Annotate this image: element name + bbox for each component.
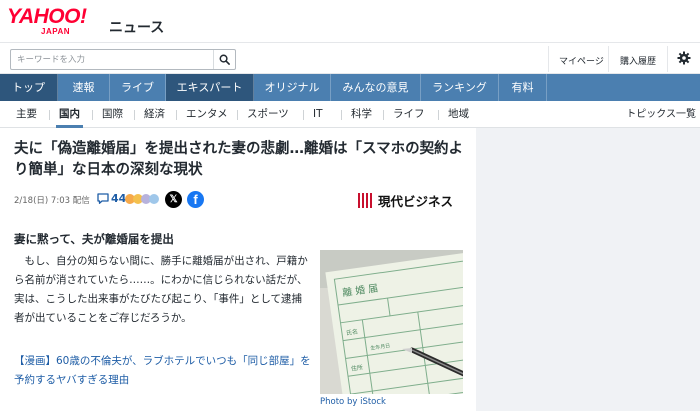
share-facebook-button[interactable]: f bbox=[187, 191, 204, 208]
nav-original[interactable]: オリジナル bbox=[254, 74, 331, 101]
category-sports[interactable]: スポーツ bbox=[247, 101, 289, 128]
category-economy[interactable]: 経済 bbox=[144, 101, 165, 128]
nav-opinions[interactable]: みんなの意見 bbox=[331, 74, 421, 101]
search-box bbox=[10, 49, 236, 70]
category-divider bbox=[92, 110, 93, 120]
nav-paid[interactable]: 有料 bbox=[499, 74, 547, 101]
form-address-label: 住所 bbox=[350, 363, 363, 373]
category-life[interactable]: ライフ bbox=[393, 101, 425, 128]
settings-button[interactable] bbox=[677, 51, 691, 68]
article-photo[interactable]: 離婚届 氏名 生年月日 住所 bbox=[320, 250, 463, 394]
category-divider bbox=[438, 110, 439, 120]
primary-nav: トップ 速報 ライブ エキスパート オリジナル みんなの意見 ランキング 有料 bbox=[0, 74, 700, 101]
category-science[interactable]: 科学 bbox=[351, 101, 372, 128]
publisher-logo[interactable]: 現代ビジネス bbox=[358, 191, 453, 210]
publisher-mark-icon bbox=[358, 193, 372, 208]
purchase-history-link[interactable]: 購入履歴 bbox=[620, 54, 656, 67]
article-body: もし、自分の知らない間に、勝手に離婚届が出され、戸籍から名前が消されていたら……… bbox=[14, 255, 308, 324]
category-local[interactable]: 地域 bbox=[448, 101, 469, 128]
site-header: YAHOO! JAPAN ニュース bbox=[0, 0, 700, 42]
category-nav: 主要 国内 国際 経済 エンタメ スポーツ IT 科学 ライフ 地域 トピックス… bbox=[0, 101, 700, 128]
comment-icon bbox=[97, 193, 109, 204]
category-divider bbox=[383, 110, 384, 120]
topics-list-link[interactable]: トピックス一覧 bbox=[626, 101, 696, 128]
publish-date: 2/18(日) 7:03 配信 bbox=[14, 196, 90, 206]
nav-top[interactable]: トップ bbox=[0, 74, 58, 101]
nav-breaking[interactable]: 速報 bbox=[58, 74, 110, 101]
divorce-form-image: 離婚届 氏名 生年月日 住所 bbox=[320, 250, 463, 394]
logo-news-label: ニュース bbox=[109, 20, 165, 36]
category-divider bbox=[237, 110, 238, 120]
header-divider bbox=[548, 46, 549, 72]
category-divider bbox=[134, 110, 135, 120]
category-divider bbox=[49, 110, 50, 120]
facebook-logo-icon: f bbox=[193, 192, 198, 207]
search-button[interactable] bbox=[213, 50, 235, 69]
logo-japan: JAPAN bbox=[41, 27, 71, 36]
category-divider bbox=[341, 110, 342, 120]
gear-icon bbox=[677, 51, 691, 65]
form-name-label: 氏名 bbox=[345, 328, 358, 338]
nav-ranking[interactable]: ランキング bbox=[421, 74, 499, 101]
category-domestic[interactable]: 国内 bbox=[56, 101, 83, 128]
nav-expert[interactable]: エキスパート bbox=[166, 74, 254, 101]
search-icon bbox=[219, 54, 230, 65]
category-it[interactable]: IT bbox=[313, 101, 323, 128]
nav-live[interactable]: ライブ bbox=[110, 74, 166, 101]
category-main[interactable]: 主要 bbox=[16, 101, 37, 128]
article-title: 夫に「偽造離婚届」を提出された妻の悲劇…離婚は「スマホの契約より簡単」な日本の深… bbox=[14, 141, 464, 178]
yahoo-news-logo[interactable]: YAHOO! JAPAN ニュース bbox=[7, 5, 164, 36]
article-panel: 夫に「偽造離婚届」を提出された妻の悲劇…離婚は「スマホの契約より簡単」な日本の深… bbox=[0, 128, 476, 411]
publisher-name: 現代ビジネス bbox=[378, 194, 454, 209]
search-input[interactable] bbox=[11, 50, 215, 69]
logo-yahoo: YAHOO! bbox=[7, 5, 87, 28]
comment-button[interactable]: 44 bbox=[97, 192, 126, 205]
category-divider bbox=[303, 110, 304, 120]
mypage-link[interactable]: マイページ bbox=[559, 54, 604, 67]
reaction-icon[interactable] bbox=[149, 194, 159, 204]
related-article-link[interactable]: 【漫画】60歳の不倫夫が、ラブホテルでいつも「同じ部屋」を予約するヤバすぎる理由 bbox=[14, 352, 311, 390]
header-divider bbox=[667, 46, 668, 72]
share-x-button[interactable]: 𝕏 bbox=[165, 191, 182, 208]
article-subheading: 妻に黙って、夫が離婚届を提出 bbox=[14, 232, 174, 246]
category-international[interactable]: 国際 bbox=[102, 101, 123, 128]
category-entertainment[interactable]: エンタメ bbox=[186, 101, 228, 128]
x-logo-icon: 𝕏 bbox=[169, 194, 178, 205]
search-bar-row: マイページ 購入履歴 bbox=[0, 42, 700, 74]
category-divider bbox=[176, 110, 177, 120]
header-divider bbox=[608, 46, 609, 72]
photo-credit: Photo by iStock bbox=[320, 397, 386, 407]
